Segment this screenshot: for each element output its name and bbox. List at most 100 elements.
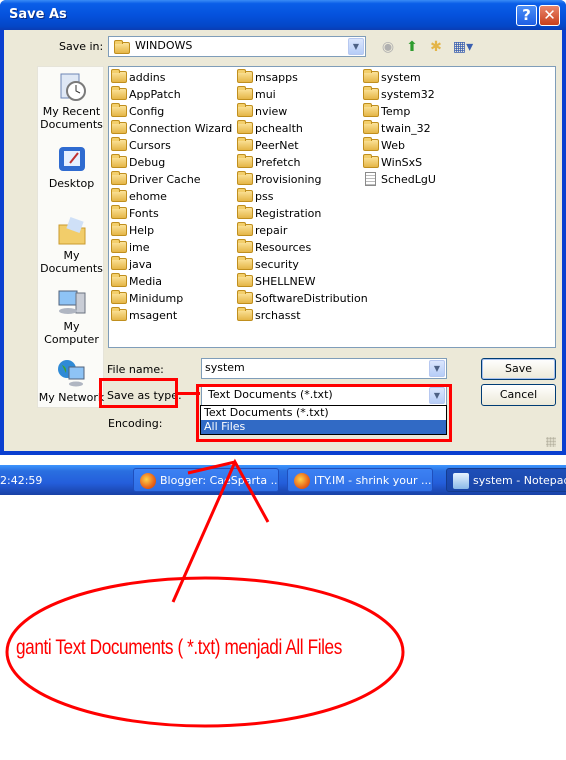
- views-menu-icon[interactable]: ▦▾: [450, 38, 476, 56]
- file-column-3: system system32 Temp twain_32 Web WinSxS Sche…: [363, 69, 436, 188]
- file-item[interactable]: srchasst: [237, 307, 368, 324]
- file-item-label: msapps: [255, 71, 298, 84]
- folder-icon: [363, 86, 379, 100]
- save-button[interactable]: Save: [481, 358, 556, 380]
- file-item[interactable]: SHELLNEW: [237, 273, 368, 290]
- back-arrow-icon[interactable]: ◉: [378, 38, 398, 56]
- file-item[interactable]: SoftwareDistribution: [237, 290, 368, 307]
- file-item[interactable]: system32: [363, 86, 436, 103]
- place-label: My Network: [38, 391, 105, 404]
- file-item-label: srchasst: [255, 309, 301, 322]
- file-name-input[interactable]: system ▼: [201, 358, 447, 379]
- file-item[interactable]: mui: [237, 86, 368, 103]
- folder-icon: [111, 307, 127, 321]
- file-item[interactable]: repair: [237, 222, 368, 239]
- new-folder-icon[interactable]: ✱: [426, 38, 446, 56]
- file-item[interactable]: WinSxS: [363, 154, 436, 171]
- file-item[interactable]: SchedLgU: [363, 171, 436, 188]
- file-item[interactable]: Resources: [237, 239, 368, 256]
- place-label: My Computer: [44, 320, 99, 346]
- file-item-label: PeerNet: [255, 139, 299, 152]
- file-item[interactable]: pss: [237, 188, 368, 205]
- file-item[interactable]: Provisioning: [237, 171, 368, 188]
- file-item[interactable]: security: [237, 256, 368, 273]
- file-item-label: Cursors: [129, 139, 171, 152]
- close-button[interactable]: ✕: [539, 5, 560, 26]
- file-item[interactable]: Prefetch: [237, 154, 368, 171]
- file-item-label: Temp: [381, 105, 411, 118]
- file-item[interactable]: twain_32: [363, 120, 436, 137]
- file-item-label: Registration: [255, 207, 322, 220]
- file-item[interactable]: Temp: [363, 103, 436, 120]
- place-label: My Recent Documents: [40, 105, 103, 131]
- file-item-label: Debug: [129, 156, 166, 169]
- file-item[interactable]: Registration: [237, 205, 368, 222]
- file-item-label: Media: [129, 275, 163, 288]
- save-in-dropdown[interactable]: WINDOWS ▼: [108, 36, 366, 57]
- title-bar[interactable]: Save As ? ✕: [0, 0, 566, 30]
- file-item[interactable]: Minidump: [111, 290, 232, 307]
- place-my-recent-documents[interactable]: My Recent Documents: [38, 71, 105, 131]
- file-item-label: java: [129, 258, 153, 271]
- file-item[interactable]: Debug: [111, 154, 232, 171]
- file-item-label: SoftwareDistribution: [255, 292, 368, 305]
- folder-icon: [114, 40, 130, 54]
- place-my-network[interactable]: My Network: [38, 357, 105, 404]
- file-list[interactable]: addins AppPatch Config Connection Wizard Cur…: [108, 66, 556, 348]
- file-item[interactable]: Config: [111, 103, 232, 120]
- file-item-label: pss: [255, 190, 274, 203]
- file-item-label: WinSxS: [381, 156, 423, 169]
- folder-icon: [363, 137, 379, 151]
- help-button[interactable]: ?: [516, 5, 537, 26]
- folder-icon: [237, 171, 253, 185]
- file-item-label: Fonts: [129, 207, 159, 220]
- file-item[interactable]: AppPatch: [111, 86, 232, 103]
- file-item-label: Provisioning: [255, 173, 322, 186]
- file-item[interactable]: PeerNet: [237, 137, 368, 154]
- folder-icon: [237, 86, 253, 100]
- file-item-label: Config: [129, 105, 165, 118]
- folder-icon: [237, 120, 253, 134]
- file-item[interactable]: java: [111, 256, 232, 273]
- place-label: My Documents: [40, 249, 103, 275]
- folder-icon: [111, 205, 127, 219]
- folder-icon: [111, 239, 127, 253]
- file-item[interactable]: system: [363, 69, 436, 86]
- place-my-computer[interactable]: My Computer: [38, 286, 105, 346]
- file-item[interactable]: Connection Wizard: [111, 120, 232, 137]
- file-name-value: system: [205, 361, 245, 374]
- file-item-label: Resources: [255, 241, 312, 254]
- place-my-documents[interactable]: My Documents: [38, 215, 105, 275]
- file-item-label: system: [381, 71, 421, 84]
- file-item[interactable]: addins: [111, 69, 232, 86]
- place-desktop[interactable]: Desktop: [38, 143, 105, 190]
- folder-icon: [237, 290, 253, 304]
- folder-icon: [111, 222, 127, 236]
- file-item-label: twain_32: [381, 122, 431, 135]
- annotation-arrow-head: [187, 460, 236, 475]
- chevron-down-icon[interactable]: ▼: [348, 38, 364, 55]
- file-item[interactable]: Fonts: [111, 205, 232, 222]
- file-item[interactable]: Driver Cache: [111, 171, 232, 188]
- folder-icon: [237, 205, 253, 219]
- file-item[interactable]: Media: [111, 273, 232, 290]
- up-folder-icon[interactable]: ⬆: [402, 38, 422, 56]
- file-item[interactable]: nview: [237, 103, 368, 120]
- recent-documents-icon: [60, 73, 86, 101]
- cancel-button[interactable]: Cancel: [481, 384, 556, 406]
- chevron-down-icon[interactable]: ▼: [429, 360, 445, 377]
- file-item[interactable]: Cursors: [111, 137, 232, 154]
- folder-icon: [237, 154, 253, 168]
- folder-icon: [363, 154, 379, 168]
- file-item[interactable]: msapps: [237, 69, 368, 86]
- file-item[interactable]: Web: [363, 137, 436, 154]
- file-item[interactable]: pchealth: [237, 120, 368, 137]
- file-item[interactable]: ime: [111, 239, 232, 256]
- file-item[interactable]: ehome: [111, 188, 232, 205]
- annotation-box-label: [99, 378, 178, 408]
- annotation-box-dropdown: [196, 384, 452, 442]
- file-item[interactable]: msagent: [111, 307, 232, 324]
- file-item[interactable]: Help: [111, 222, 232, 239]
- file-item-label: AppPatch: [129, 88, 181, 101]
- folder-icon: [111, 103, 127, 117]
